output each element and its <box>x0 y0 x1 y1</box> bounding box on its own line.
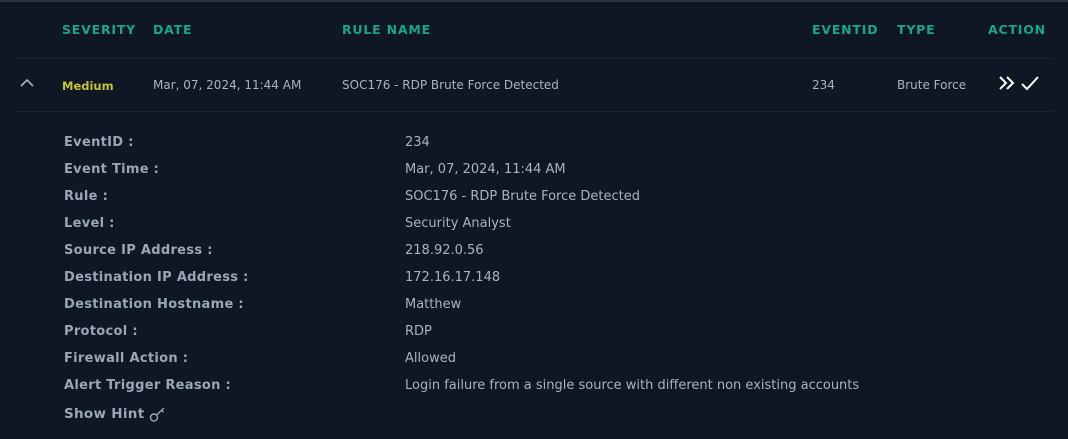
header-severity[interactable]: SEVERITY <box>62 22 136 37</box>
detail-event-time: Event Time : Mar, 07, 2024, 11:44 AM <box>64 162 1044 182</box>
header-rule-name[interactable]: RULE NAME <box>342 22 431 37</box>
detail-value: 218.92.0.56 <box>405 243 484 258</box>
detail-label: Source IP Address : <box>64 243 213 258</box>
detail-value: SOC176 - RDP Brute Force Detected <box>405 189 640 204</box>
header-type[interactable]: TYPE <box>897 22 935 37</box>
detail-source-ip: Source IP Address : 218.92.0.56 <box>64 243 1044 263</box>
detail-label: EventID : <box>64 135 134 150</box>
detail-alert-trigger-reason: Alert Trigger Reason : Login failure fro… <box>64 378 1044 398</box>
header-date[interactable]: DATE <box>153 22 192 37</box>
detail-destination-hostname: Destination Hostname : Matthew <box>64 297 1044 317</box>
detail-value: 172.16.17.148 <box>405 270 501 285</box>
table-header: SEVERITY DATE RULE NAME EVENTID TYPE ACT… <box>0 22 1068 46</box>
row-date: Mar, 07, 2024, 11:44 AM <box>153 78 302 92</box>
table-row[interactable]: Medium Mar, 07, 2024, 11:44 AM SOC176 - … <box>0 59 1068 111</box>
row-eventid: 234 <box>812 78 835 92</box>
detail-label: Protocol : <box>64 324 138 339</box>
detail-eventid: EventID : 234 <box>64 135 1044 155</box>
detail-level: Level : Security Analyst <box>64 216 1044 236</box>
header-eventid[interactable]: EVENTID <box>812 22 878 37</box>
severity-badge: Medium <box>62 79 114 93</box>
detail-label: Destination IP Address : <box>64 270 249 285</box>
detail-value: Mar, 07, 2024, 11:44 AM <box>405 162 566 177</box>
detail-value: Allowed <box>405 351 456 366</box>
alert-panel: SEVERITY DATE RULE NAME EVENTID TYPE ACT… <box>0 0 1068 439</box>
detail-value: Security Analyst <box>405 216 511 231</box>
show-hint-button[interactable]: Show Hint <box>64 406 144 426</box>
detail-value: Login failure from a single source with … <box>405 378 860 393</box>
detail-label: Destination Hostname : <box>64 297 244 312</box>
detail-label: Firewall Action : <box>64 351 189 366</box>
detail-label: Alert Trigger Reason : <box>64 378 232 393</box>
detail-protocol: Protocol : RDP <box>64 324 1044 344</box>
row-divider <box>14 111 1052 112</box>
detail-label: Rule : <box>64 189 109 204</box>
header-action: ACTION <box>988 22 1046 37</box>
detail-value: Matthew <box>405 297 462 312</box>
row-rule-name: SOC176 - RDP Brute Force Detected <box>342 78 559 92</box>
detail-label: Event Time : <box>64 162 160 177</box>
detail-value: RDP <box>405 324 432 339</box>
key-icon[interactable] <box>149 405 167 423</box>
detail-label: Level : <box>64 216 115 231</box>
detail-destination-ip: Destination IP Address : 172.16.17.148 <box>64 270 1044 290</box>
detail-rule: Rule : SOC176 - RDP Brute Force Detected <box>64 189 1044 209</box>
detail-value: 234 <box>405 135 430 150</box>
check-icon[interactable] <box>1020 73 1040 93</box>
double-chevron-right-icon[interactable] <box>997 73 1017 93</box>
detail-firewall-action: Firewall Action : Allowed <box>64 351 1044 371</box>
row-type: Brute Force <box>897 78 967 92</box>
chevron-up-icon[interactable] <box>19 77 35 89</box>
